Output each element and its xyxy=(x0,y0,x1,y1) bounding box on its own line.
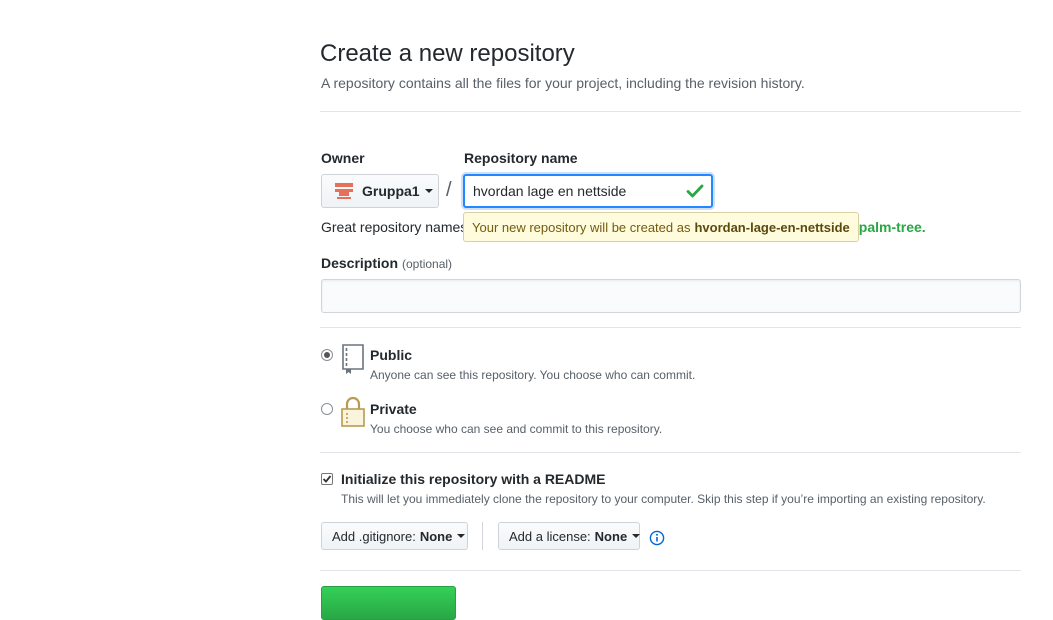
public-title: Public xyxy=(370,347,413,363)
description-label: Description (optional) xyxy=(321,255,452,271)
description-label-text: Description xyxy=(321,255,399,271)
private-radio[interactable] xyxy=(321,403,333,415)
add-gitignore-select[interactable]: Add .gitignore: None xyxy=(321,522,468,550)
description-optional: (optional) xyxy=(402,257,453,271)
readme-desc: This will let you immediately clone the … xyxy=(341,492,986,506)
add-license-select[interactable]: Add a license: None xyxy=(498,522,641,550)
create-repository-button[interactable] xyxy=(321,586,456,620)
public-desc: Anyone can see this repository. You choo… xyxy=(370,368,696,382)
page-subtitle: A repository contains all the files for … xyxy=(321,75,805,91)
vertical-divider xyxy=(482,522,483,550)
readme-label[interactable]: Initialize this repository with a README xyxy=(341,471,605,487)
repo-name-label: Repository name xyxy=(464,150,578,166)
description-input[interactable] xyxy=(321,279,1021,313)
chevron-down-icon xyxy=(632,534,641,538)
divider xyxy=(320,570,1021,571)
divider xyxy=(320,111,1021,112)
check-icon xyxy=(686,182,704,200)
readme-checkbox[interactable] xyxy=(321,473,333,485)
gitignore-value: None xyxy=(419,528,453,544)
divider xyxy=(320,452,1021,453)
owner-repo-separator: / xyxy=(446,179,452,201)
lock-icon xyxy=(340,396,366,428)
owner-select[interactable]: Gruppa1 xyxy=(321,174,439,208)
checkmark-icon xyxy=(322,475,332,483)
gitignore-prefix: Add .gitignore: xyxy=(332,528,416,544)
repo-slug-tooltip: Your new repository will be created as h… xyxy=(463,212,859,242)
chevron-down-icon xyxy=(424,189,433,193)
owner-label: Owner xyxy=(321,150,365,166)
repo-name-input[interactable]: hvordan lage en nettside xyxy=(463,174,713,208)
tooltip-slug: hvordan-lage-en-nettside xyxy=(694,219,850,235)
chevron-down-icon xyxy=(457,534,466,538)
private-desc: You choose who can see and commit to thi… xyxy=(370,422,663,436)
owner-selected: Gruppa1 xyxy=(362,183,420,199)
divider xyxy=(320,327,1021,328)
tooltip-text: Your new repository will be created as xyxy=(472,219,691,235)
public-radio[interactable] xyxy=(321,349,333,361)
repo-name-hint: Great repository names xyxy=(321,219,468,235)
repo-name-value: hvordan lage en nettside xyxy=(473,183,627,199)
license-prefix: Add a license: xyxy=(509,528,591,544)
license-value: None xyxy=(594,528,628,544)
page-title: Create a new repository xyxy=(320,40,575,67)
private-title: Private xyxy=(370,401,417,417)
repo-book-icon xyxy=(340,343,366,375)
info-icon[interactable] xyxy=(649,530,665,546)
org-avatar-icon xyxy=(334,182,354,200)
